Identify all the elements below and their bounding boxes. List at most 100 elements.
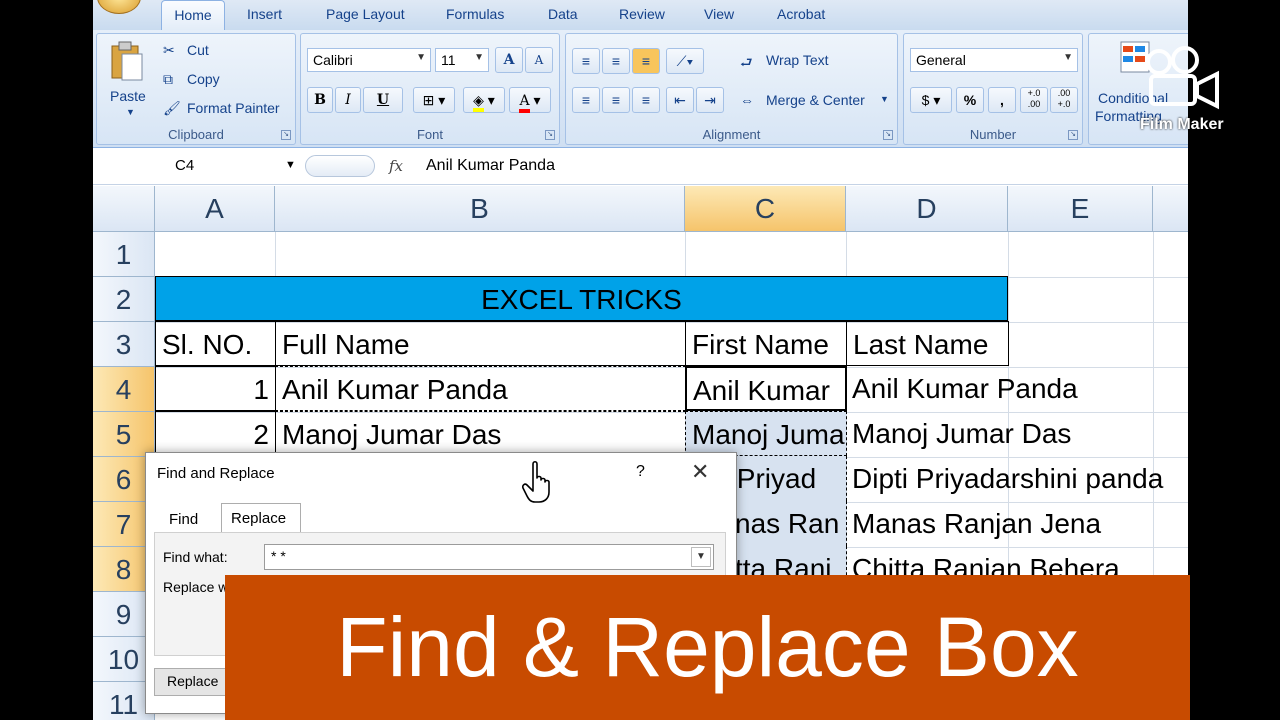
office-button[interactable] [97, 0, 141, 14]
font-name-select[interactable]: Calibri ▼ [307, 48, 431, 72]
tab-page-layout[interactable]: Page Layout [326, 6, 405, 22]
name-box-dropdown-icon[interactable]: ▼ [285, 159, 296, 171]
italic-button[interactable]: I [335, 87, 361, 113]
tab-review[interactable]: Review [619, 6, 665, 22]
number-format-select[interactable]: General ▼ [910, 48, 1078, 72]
percent-button[interactable]: % [956, 87, 984, 113]
orientation-icon[interactable]: ⟋▾ [666, 48, 704, 74]
cell-full-name[interactable]: Anil Kumar Panda [275, 366, 686, 411]
tab-acrobat[interactable]: Acrobat [777, 6, 825, 22]
column-header-d[interactable]: D [846, 186, 1008, 232]
column-header-f[interactable] [1153, 186, 1188, 232]
formula-content[interactable]: Anil Kumar Panda [426, 157, 555, 175]
tab-find[interactable]: Find [169, 511, 198, 528]
find-what-label: Find what: [163, 549, 228, 565]
align-top-icon[interactable]: ≡ [572, 48, 600, 74]
fx-icon[interactable]: fx [389, 157, 403, 175]
cell-last-name[interactable]: Manoj Jumar Das [846, 411, 1188, 456]
underline-button[interactable]: U [363, 87, 403, 113]
borders-icon[interactable]: ⊞ ▾ [413, 87, 455, 113]
font-label: Font [416, 127, 443, 142]
cell-sl[interactable]: 1 [155, 366, 276, 411]
number-label: Number [969, 127, 1017, 142]
name-box[interactable]: C4 [93, 155, 301, 179]
font-size-select[interactable]: 11 ▼ [435, 48, 489, 72]
row-header-4[interactable]: 4 [93, 367, 155, 412]
bold-button[interactable]: B [307, 87, 333, 113]
caption-banner: Find & Replace Box [225, 575, 1190, 720]
header-cell-first-name[interactable]: First Name [685, 321, 847, 366]
cell-full-name[interactable]: Manoj Jumar Das [275, 411, 686, 456]
merge-center-icon: ⇔ [740, 92, 754, 108]
tab-view[interactable]: View [704, 6, 734, 22]
paste-button[interactable]: Paste [110, 88, 146, 104]
tab-data[interactable]: Data [548, 6, 578, 22]
find-what-value: * * [271, 548, 286, 564]
grow-font-button[interactable]: A [495, 47, 523, 73]
tab-replace[interactable]: Replace [221, 503, 301, 533]
header-cell-sl[interactable]: Sl. NO. [155, 321, 276, 366]
tab-insert[interactable]: Insert [247, 6, 282, 22]
wrap-text-icon: ⮐ [740, 54, 753, 70]
align-bottom-icon[interactable]: ≡ [632, 48, 660, 74]
header-cell-last-name[interactable]: Last Name [846, 321, 1009, 366]
tab-formulas[interactable]: Formulas [446, 6, 504, 22]
shrink-font-button[interactable]: A [525, 47, 553, 73]
merge-dropdown-icon[interactable]: ▼ [880, 94, 889, 104]
paste-dropdown-icon[interactable]: ▼ [126, 107, 135, 117]
select-all-corner[interactable] [93, 186, 155, 232]
replace-with-label: Replace w [163, 579, 229, 595]
copy-button[interactable]: Copy [187, 71, 220, 87]
number-launcher-icon[interactable]: ↘ [1068, 130, 1078, 140]
row-header-5[interactable]: 5 [93, 412, 155, 457]
decrease-indent-icon[interactable]: ⇤ [666, 87, 694, 113]
cell-last-name[interactable]: Manas Ranjan Jena [846, 501, 1188, 546]
formula-expand-icon[interactable] [305, 155, 375, 177]
clipboard-launcher-icon[interactable]: ↘ [281, 130, 291, 140]
camera-icon [1146, 46, 1219, 110]
increase-indent-icon[interactable]: ⇥ [696, 87, 724, 113]
title-cell[interactable]: EXCEL TRICKS [155, 276, 1008, 321]
column-header-a[interactable]: A [155, 186, 275, 232]
currency-icon[interactable]: $ ▾ [910, 87, 952, 113]
cell-sl[interactable]: 2 [155, 411, 276, 456]
column-header-c[interactable]: C [685, 186, 846, 232]
close-icon[interactable]: ✕ [691, 459, 709, 485]
row-header-2[interactable]: 2 [93, 277, 155, 322]
tab-home[interactable]: Home [161, 0, 225, 30]
merge-center-button[interactable]: Merge & Center [766, 92, 865, 108]
wrap-text-button[interactable]: Wrap Text [766, 52, 829, 68]
chevron-down-icon: ▼ [416, 52, 426, 63]
column-header-e[interactable]: E [1008, 186, 1153, 232]
format-painter-button[interactable]: Format Painter [187, 100, 280, 116]
hand-cursor-icon [522, 460, 550, 503]
cell-last-name[interactable]: Anil Kumar Panda [846, 366, 1188, 411]
help-icon[interactable]: ? [636, 463, 645, 481]
cut-button[interactable]: Cut [187, 42, 209, 58]
cell-first-name[interactable]: Manoj Jumar [685, 411, 847, 456]
cell-last-name[interactable]: Dipti Priyadarshini panda [846, 456, 1188, 501]
align-right-icon[interactable]: ≡ [632, 87, 660, 113]
clipboard-group: Paste ▼ ✂ Cut ⧉ Copy 🖌 Format Painter Cl… [96, 33, 296, 145]
chevron-down-icon[interactable]: ▼ [691, 547, 711, 567]
comma-button[interactable]: , [988, 87, 1016, 113]
increase-decimal-button[interactable]: +.0 .00 [1020, 87, 1048, 113]
decrease-decimal-button[interactable]: .00 +.0 [1050, 87, 1078, 113]
align-left-icon[interactable]: ≡ [572, 87, 600, 113]
paste-icon [111, 41, 143, 81]
header-cell-full-name[interactable]: Full Name [275, 321, 686, 366]
font-name-value: Calibri [313, 52, 353, 68]
cell-first-name-active[interactable]: Anil Kumar [685, 366, 847, 411]
row-header-3[interactable]: 3 [93, 322, 155, 367]
replace-button[interactable]: Replace [154, 668, 234, 696]
font-launcher-icon[interactable]: ↘ [545, 130, 555, 140]
row-header-1[interactable]: 1 [93, 232, 155, 277]
fill-color-icon[interactable]: ◈ ▾ [463, 87, 505, 113]
find-what-input[interactable]: * * ▼ [264, 544, 714, 570]
align-center-icon[interactable]: ≡ [602, 87, 630, 113]
alignment-launcher-icon[interactable]: ↘ [883, 130, 893, 140]
column-header-b[interactable]: B [275, 186, 685, 232]
copy-icon: ⧉ [163, 71, 173, 87]
align-middle-icon[interactable]: ≡ [602, 48, 630, 74]
font-color-icon[interactable]: A ▾ [509, 87, 551, 113]
